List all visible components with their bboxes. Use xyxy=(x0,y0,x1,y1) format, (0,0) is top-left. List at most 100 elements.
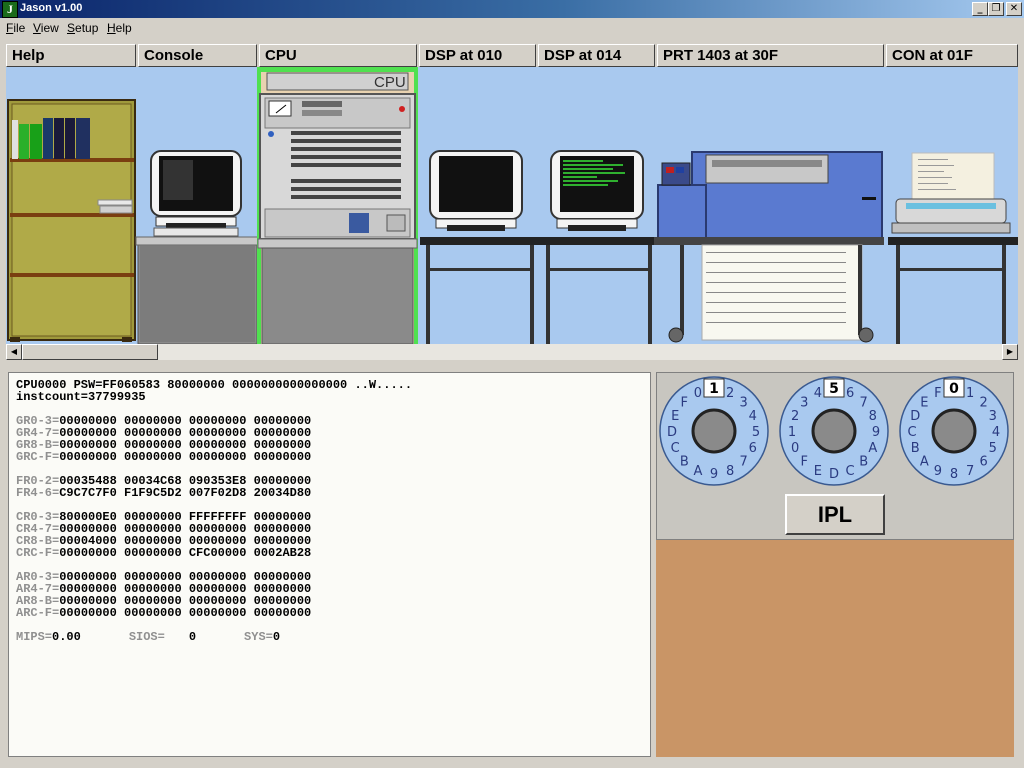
address-dial-2[interactable]: 0123456789ABCDEF5 xyxy=(779,376,889,486)
dial-digit: 6 xyxy=(749,441,757,456)
sios-value: 0 xyxy=(188,630,197,644)
dial-digit: 7 xyxy=(860,395,868,410)
dial-digit: 9 xyxy=(872,425,880,440)
dial-digit: A xyxy=(920,455,929,470)
dial-digit: 1 xyxy=(966,386,974,401)
register-values: 00000000 00000000 00000000 00000000 xyxy=(59,606,312,620)
dial-knob[interactable] xyxy=(931,408,977,454)
load-address-dials: 0123456789ABCDEF10123456789ABCDEF5012345… xyxy=(659,376,1009,486)
scroll-thumb[interactable] xyxy=(22,344,158,360)
tab-prt-1403[interactable]: PRT 1403 at 30F xyxy=(657,44,884,67)
scroll-right-arrow-icon[interactable]: ▶ xyxy=(1002,344,1018,360)
address-dial-3[interactable]: 0123456789ABCDEF0 xyxy=(899,376,1009,486)
printer-1403-icon[interactable] xyxy=(654,151,884,343)
dial-digit: 2 xyxy=(726,386,734,401)
dial-digit: A xyxy=(693,464,702,479)
dial-digit: 2 xyxy=(791,409,799,424)
close-button[interactable]: ✕ xyxy=(1006,2,1022,16)
cpu-mainframe-icon[interactable]: CPU xyxy=(257,67,418,344)
scene-horizontal-scrollbar[interactable]: ◀ ▶ xyxy=(6,344,1018,360)
menu-file[interactable]: File xyxy=(6,21,25,35)
register-row: CRC-F=00000000 00000000 CFC00000 0002AB2… xyxy=(16,547,650,559)
menu-help[interactable]: Help xyxy=(107,21,132,35)
dial-digit: 8 xyxy=(869,409,877,424)
register-label: ARC-F= xyxy=(16,606,60,620)
stats-line: MIPS=0.00 SIOS= 0 SYS=0 xyxy=(16,631,650,643)
dial-digit: F xyxy=(934,386,941,401)
cpu-label: CPU xyxy=(374,74,406,91)
tab-help[interactable]: Help xyxy=(6,44,136,67)
register-values: C9C7C7F0 F1F9C5D2 007F02D8 20034D80 xyxy=(59,486,312,500)
register-label: CRC-F= xyxy=(16,546,60,560)
dial-digit: C xyxy=(846,464,855,479)
mips-value: 0.00 xyxy=(52,630,81,644)
menu-view[interactable]: View xyxy=(33,21,59,35)
tab-cpu[interactable]: CPU xyxy=(259,44,417,67)
dial-digit: 5 xyxy=(752,425,760,440)
scroll-left-arrow-icon[interactable]: ◀ xyxy=(6,344,22,360)
minimize-button[interactable]: _ xyxy=(972,2,988,16)
tab-dsp-014[interactable]: DSP at 014 xyxy=(538,44,655,67)
app-icon: J xyxy=(2,1,18,18)
menu-bar: File View Setup Help xyxy=(0,18,1024,38)
console-terminal-icon[interactable] xyxy=(135,150,260,344)
dial-knob[interactable] xyxy=(691,408,737,454)
dial-selected-value: 1 xyxy=(709,381,719,397)
sys-label: SYS= xyxy=(244,630,273,644)
dial-digit: 5 xyxy=(989,441,997,456)
ipl-button[interactable]: IPL xyxy=(785,494,885,535)
register-label: GRC-F= xyxy=(16,450,60,464)
dial-digit: F xyxy=(681,395,688,410)
tab-con-01f[interactable]: CON at 01F xyxy=(886,44,1018,67)
floating-registers: FR0-2=00035488 00034C68 090353E8 0000000… xyxy=(16,475,650,499)
dial-digit: 4 xyxy=(814,386,822,401)
dial-digit: B xyxy=(911,441,920,456)
maximize-button[interactable]: ❐ xyxy=(988,2,1004,16)
dial-digit: 6 xyxy=(846,386,854,401)
dial-digit: 7 xyxy=(966,464,974,479)
register-row: ARC-F=00000000 00000000 00000000 0000000… xyxy=(16,607,650,619)
window-title: Jason v1.00 xyxy=(20,2,83,14)
address-dial-1[interactable]: 0123456789ABCDEF1 xyxy=(659,376,769,486)
dial-digit: 3 xyxy=(740,395,748,410)
display-014-icon[interactable] xyxy=(540,150,656,344)
machine-room-illustration: CPU xyxy=(7,67,1018,344)
control-registers: CR0-3=800000E0 00000000 FFFFFFFF 0000000… xyxy=(16,511,650,559)
dial-digit: 8 xyxy=(950,467,958,482)
register-display: CPU0000 PSW=FF060583 80000000 0000000000… xyxy=(8,372,651,757)
tab-dsp-010[interactable]: DSP at 010 xyxy=(419,44,536,67)
dial-digit: 3 xyxy=(989,409,997,424)
dial-digit: 2 xyxy=(980,395,988,410)
empty-panel xyxy=(656,540,1014,757)
dial-digit: 0 xyxy=(694,386,702,401)
register-label: FR4-6= xyxy=(16,486,60,500)
dial-digit: E xyxy=(671,409,679,424)
register-row: FR4-6=C9C7C7F0 F1F9C5D2 007F02D8 20034D8… xyxy=(16,487,650,499)
register-row: GRC-F=00000000 00000000 00000000 0000000… xyxy=(16,451,650,463)
register-values: 00000000 00000000 00000000 00000000 xyxy=(59,450,312,464)
dial-digit: D xyxy=(829,467,839,482)
dial-digit: 3 xyxy=(800,395,808,410)
dial-digit: C xyxy=(671,441,680,456)
dial-selected-value: 5 xyxy=(829,381,839,397)
sys-value: 0 xyxy=(272,630,281,644)
title-bar: J Jason v1.00 _ ❐ ✕ xyxy=(0,0,1024,18)
display-010-icon[interactable] xyxy=(420,150,541,344)
menu-setup[interactable]: Setup xyxy=(67,21,98,35)
right-border xyxy=(1018,44,1024,768)
dial-digit: 9 xyxy=(934,464,942,479)
dial-digit: C xyxy=(907,425,916,440)
instcount-line: instcount=37799935 xyxy=(16,390,146,404)
dial-digit: 6 xyxy=(980,455,988,470)
device-tab-bar: Help Console CPU DSP at 010 DSP at 014 P… xyxy=(6,44,1018,67)
dial-digit: 7 xyxy=(740,455,748,470)
bookshelf-icon[interactable] xyxy=(7,99,136,342)
dial-knob[interactable] xyxy=(811,408,857,454)
sios-label: SIOS= xyxy=(128,630,165,644)
ipl-dial-panel: 0123456789ABCDEF10123456789ABCDEF5012345… xyxy=(656,372,1014,540)
dial-digit: 4 xyxy=(992,425,1000,440)
tab-console[interactable]: Console xyxy=(138,44,257,67)
dial-digit: A xyxy=(868,441,877,456)
console-typewriter-icon[interactable] xyxy=(888,152,1018,344)
dial-digit: 4 xyxy=(749,409,757,424)
